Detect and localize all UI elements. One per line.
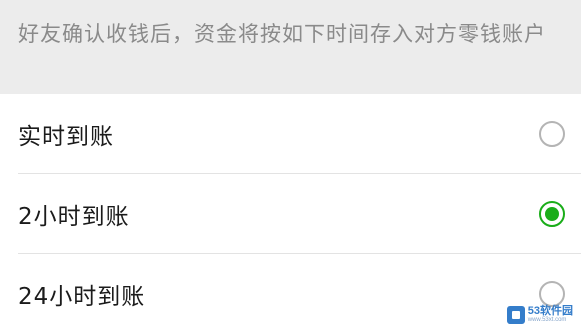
option-24-hours-radio[interactable] — [539, 281, 565, 307]
watermark-url: www.53xt.com — [527, 317, 567, 323]
arrival-notice: 好友确认收钱后，资金将按如下时间存入对方零钱账户 — [0, 0, 581, 94]
transfer-arrival-time-screen: 好友确认收钱后，资金将按如下时间存入对方零钱账户 实时到账 2小时到账 24小时… — [0, 0, 581, 328]
option-24-hours-label: 24小时到账 — [18, 284, 146, 310]
arrival-options-list: 实时到账 2小时到账 24小时到账 — [0, 94, 581, 328]
option-realtime-radio[interactable] — [539, 121, 565, 147]
watermark-name: 53软件园 — [527, 305, 573, 317]
arrival-notice-text: 好友确认收钱后，资金将按如下时间存入对方零钱账户 — [18, 22, 546, 46]
option-2-hours-radio[interactable] — [539, 201, 565, 227]
option-realtime-label: 实时到账 — [18, 124, 114, 150]
watermark-logo-icon — [506, 305, 525, 324]
option-2-hours-label: 2小时到账 — [18, 204, 130, 230]
option-2-hours[interactable]: 2小时到账 — [0, 174, 581, 254]
watermark-logo: 53软件园 www.53xt.com — [506, 305, 573, 324]
watermark-text-block: 53软件园 www.53xt.com — [528, 305, 573, 324]
option-24-hours[interactable]: 24小时到账 — [0, 254, 581, 328]
option-realtime[interactable]: 实时到账 — [0, 94, 581, 174]
